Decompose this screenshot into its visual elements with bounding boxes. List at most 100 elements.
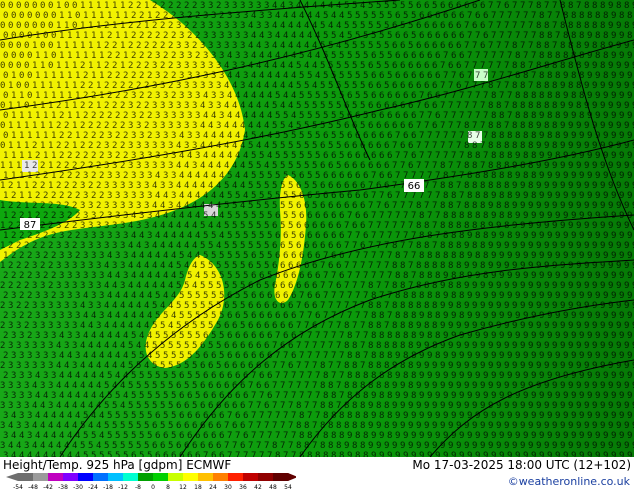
field-digit: 4 xyxy=(112,301,117,311)
field-digit: 9 xyxy=(595,391,600,401)
field-digit: 9 xyxy=(528,221,533,231)
field-digit: 8 xyxy=(440,161,445,171)
field-digit: 8 xyxy=(603,51,608,61)
field-digit: 5 xyxy=(168,401,173,411)
field-digit: 3 xyxy=(171,191,176,201)
field-digit: 9 xyxy=(619,91,624,101)
field-digit: 4 xyxy=(227,91,232,101)
field-digit: 4 xyxy=(256,41,261,51)
field-digit: 5 xyxy=(264,241,269,251)
field-digit: 7 xyxy=(291,371,296,381)
field-digit: 6 xyxy=(275,291,280,301)
field-digit: 9 xyxy=(568,281,573,291)
field-digit: 7 xyxy=(280,401,285,411)
field-digit: 3 xyxy=(72,361,77,371)
field-digit: 2 xyxy=(3,291,8,301)
field-digit: 3 xyxy=(200,21,205,31)
field-digit: 5 xyxy=(291,131,296,141)
field-digit: 3 xyxy=(64,241,69,251)
field-digit: 7 xyxy=(483,71,488,81)
field-digit: 3 xyxy=(72,281,77,291)
field-digit: 5 xyxy=(256,201,261,211)
field-digit: 0 xyxy=(3,131,8,141)
field-digit: 6 xyxy=(331,231,336,241)
field-digit: 5 xyxy=(363,111,368,121)
field-digit: 9 xyxy=(451,351,456,361)
field-digit: 4 xyxy=(200,161,205,171)
field-digit: 4 xyxy=(312,81,317,91)
field-digit: 2 xyxy=(75,171,80,181)
field-digit: 9 xyxy=(619,71,624,81)
field-digit: 3 xyxy=(136,121,141,131)
field-digit: 5 xyxy=(264,181,269,191)
field-digit: 1 xyxy=(32,121,37,131)
field-digit: 2 xyxy=(0,281,5,291)
field-digit: 7 xyxy=(448,141,453,151)
field-digit: 8 xyxy=(579,11,584,21)
field-digit: 3 xyxy=(0,401,5,411)
field-digit: 4 xyxy=(240,161,245,171)
field-digit: 3 xyxy=(51,331,56,341)
field-digit: 4 xyxy=(192,261,197,271)
field-digit: 3 xyxy=(184,141,189,151)
field-digit: 3 xyxy=(59,291,64,301)
field-digit: 3 xyxy=(139,131,144,141)
field-digit: 2 xyxy=(35,171,40,181)
field-digit: 6 xyxy=(387,171,392,181)
field-digit: 9 xyxy=(576,381,581,391)
field-digit: 8 xyxy=(360,421,365,431)
field-digit: 5 xyxy=(224,221,229,231)
field-digit: 3 xyxy=(107,151,112,161)
field-digit: 2 xyxy=(160,1,165,11)
field-digit: 9 xyxy=(491,351,496,361)
field-digit: 9 xyxy=(592,201,597,211)
field-digit: 5 xyxy=(384,41,389,51)
field-digit: 1 xyxy=(8,81,13,91)
field-digit: 6 xyxy=(456,61,461,71)
field-digit: 9 xyxy=(448,401,453,411)
field-digit: 1 xyxy=(19,111,24,121)
field-digit: 7 xyxy=(475,51,480,61)
field-digit: 8 xyxy=(424,221,429,231)
field-digit: 4 xyxy=(83,371,88,381)
field-digit: 6 xyxy=(347,171,352,181)
field-digit: 8 xyxy=(355,371,360,381)
field-digit: 7 xyxy=(443,91,448,101)
field-digit: 4 xyxy=(176,241,181,251)
field-digit: 0 xyxy=(27,71,32,81)
field-digit: 3 xyxy=(51,371,56,381)
field-digit: 1 xyxy=(11,71,16,81)
field-digit: 6 xyxy=(184,421,189,431)
field-digit: 1 xyxy=(35,71,40,81)
field-digit: 3 xyxy=(187,111,192,121)
field-digit: 9 xyxy=(579,131,584,141)
field-digit: 4 xyxy=(120,301,125,311)
field-digit: 9 xyxy=(448,341,453,351)
field-digit: 4 xyxy=(227,151,232,161)
field-digit: 8 xyxy=(592,41,597,51)
field-digit: 8 xyxy=(515,91,520,101)
field-digit: 9 xyxy=(560,81,565,91)
field-digit: 3 xyxy=(112,201,117,211)
field-digit: 8 xyxy=(507,211,512,221)
field-digit: 9 xyxy=(627,431,632,441)
field-digit: 4 xyxy=(251,11,256,21)
field-digit: 6 xyxy=(456,41,461,51)
field-digit: 3 xyxy=(192,161,197,171)
field-digit: 9 xyxy=(544,341,549,351)
field-digit: 9 xyxy=(371,411,376,421)
credit-link[interactable]: ©weatheronline.co.uk xyxy=(508,475,630,488)
field-digit: 8 xyxy=(395,271,400,281)
field-digit: 6 xyxy=(235,311,240,321)
field-digit: 7 xyxy=(387,291,392,301)
field-digit: 5 xyxy=(283,151,288,161)
field-digit: 7 xyxy=(248,401,253,411)
field-digit: 7 xyxy=(459,151,464,161)
field-digit: 7 xyxy=(408,281,413,291)
field-digit: 2 xyxy=(115,111,120,121)
field-digit: 5 xyxy=(299,71,304,81)
field-digit: 8 xyxy=(475,191,480,201)
field-digit: 9 xyxy=(491,211,496,221)
field-digit: 4 xyxy=(171,271,176,281)
field-digit: 3 xyxy=(184,101,189,111)
